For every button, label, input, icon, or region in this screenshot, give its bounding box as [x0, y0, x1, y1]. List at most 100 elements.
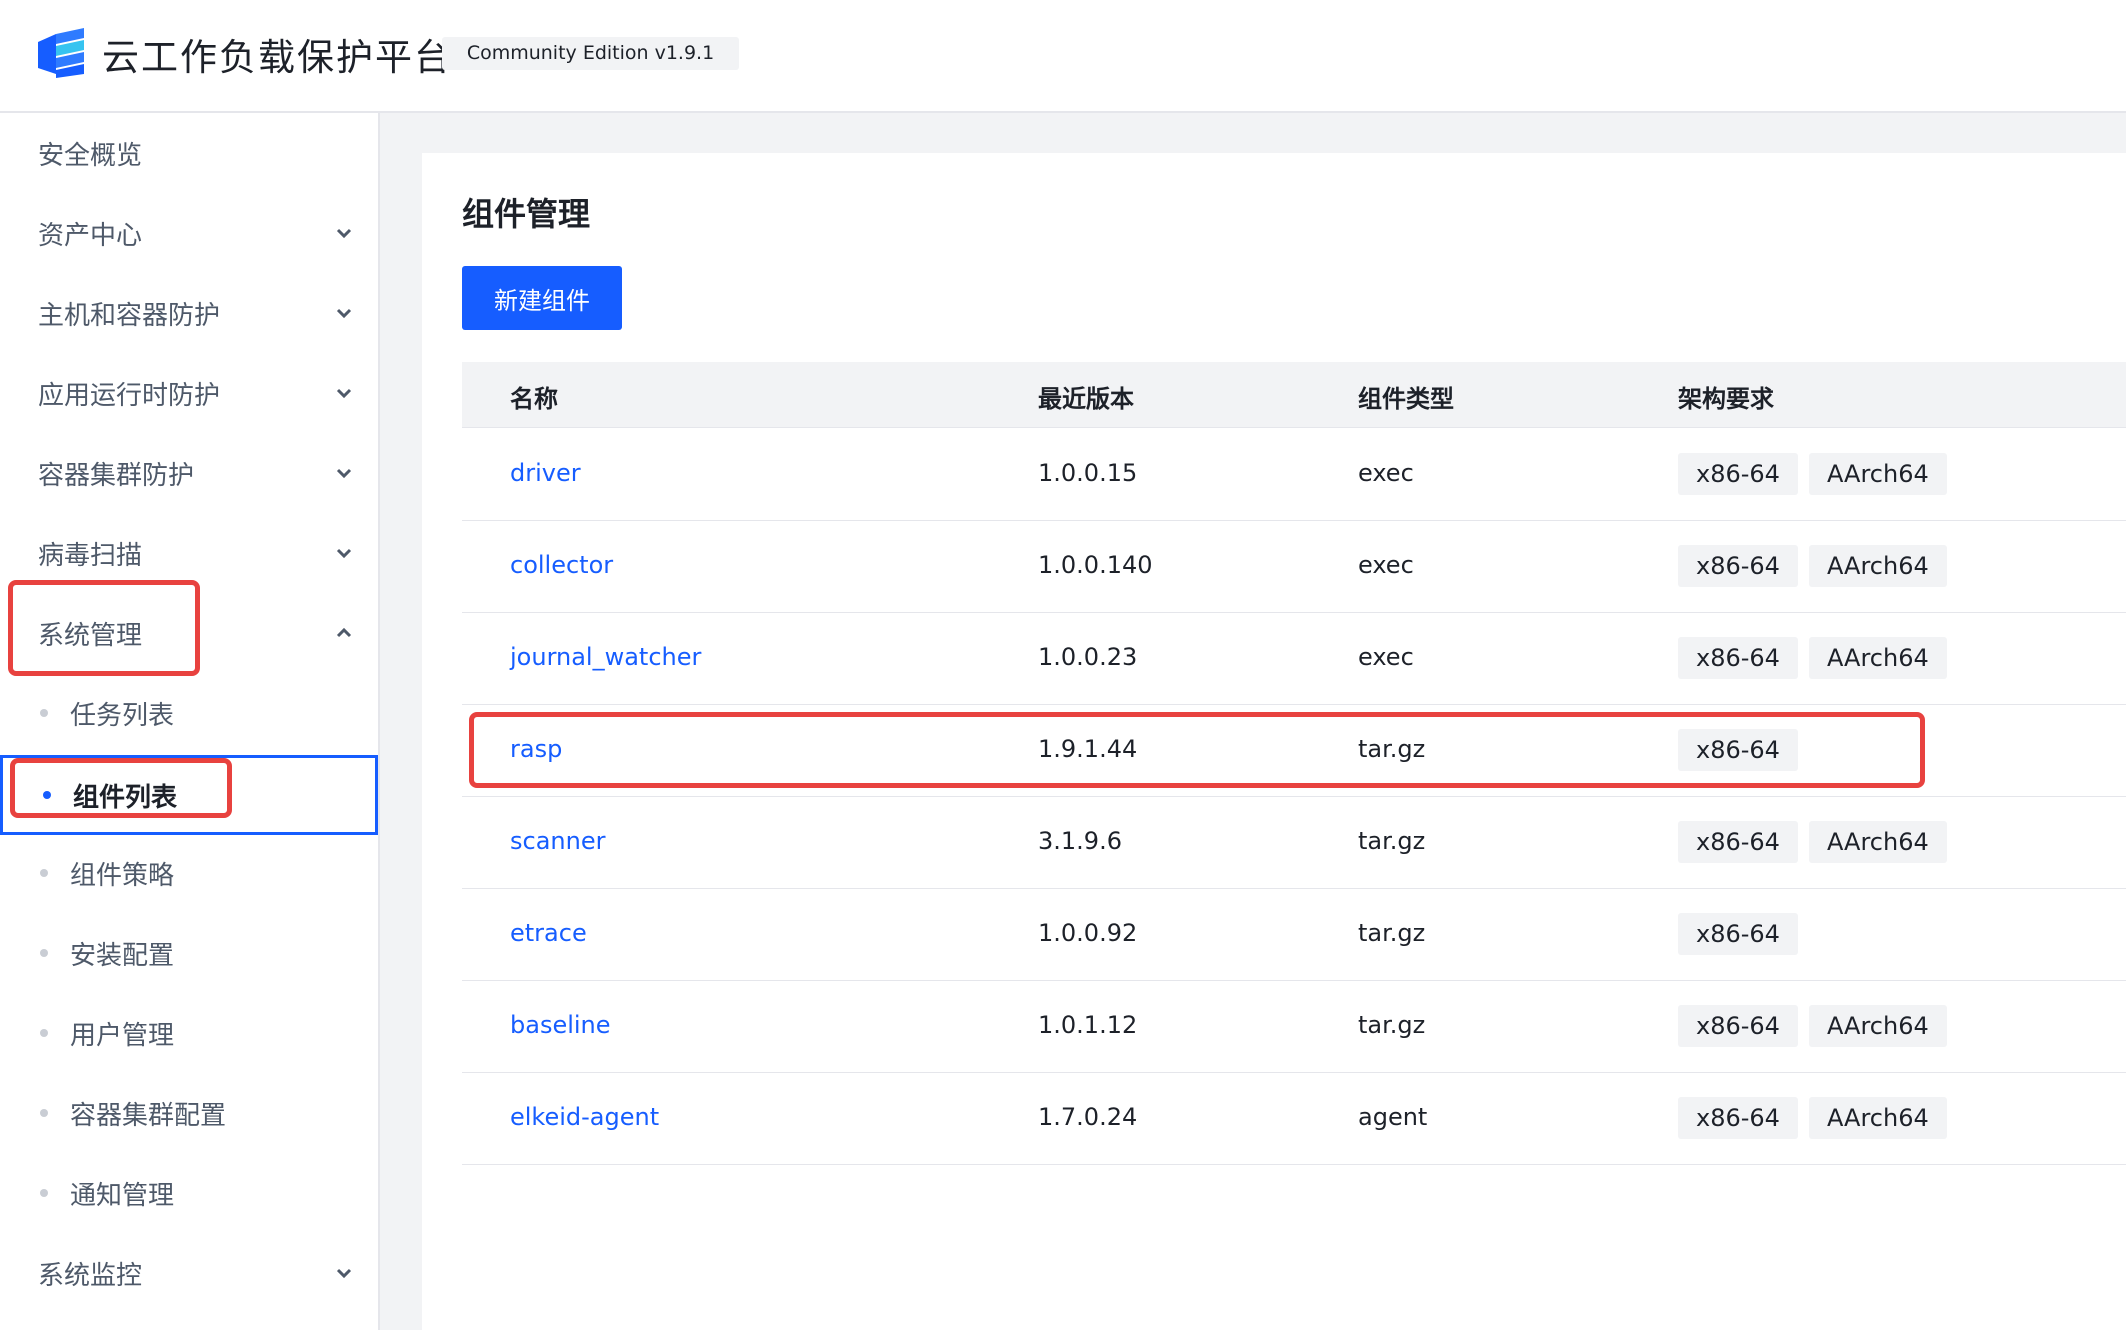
arch-tags: x86-64 AArch64	[1678, 453, 1947, 495]
component-type: exec	[1358, 459, 1414, 487]
sidebar-item-asset-center[interactable]: 资产中心	[0, 193, 378, 273]
arch-tags: x86-64 AArch64	[1678, 1097, 1947, 1139]
table-row: rasp 1.9.1.44 tar.gz x86-64	[462, 705, 2126, 797]
sidebar-item-label: 系统管理	[38, 620, 143, 651]
sidebar: 安全概览 资产中心 主机和容器防护 应用运行时防护 容器集群防护 病毒扫描 系统…	[0, 113, 380, 1330]
component-name-link[interactable]: journal_watcher	[510, 643, 701, 671]
component-name-link[interactable]: driver	[510, 459, 581, 487]
arch-tag: x86-64	[1678, 1097, 1798, 1139]
sidebar-subitem-label: 用户管理	[70, 1020, 175, 1051]
arch-tag: AArch64	[1808, 545, 1947, 587]
sidebar-item-label: 资产中心	[38, 220, 143, 251]
app-title: 云工作负载保护平台	[102, 36, 453, 79]
arch-tag: x86-64	[1678, 913, 1798, 955]
sidebar-subitem-label: 通知管理	[70, 1180, 175, 1211]
bullet-dot-icon	[40, 869, 48, 877]
component-version: 1.0.0.92	[1038, 919, 1138, 947]
sidebar-subitem-user-management[interactable]: 用户管理	[0, 993, 378, 1073]
component-type: exec	[1358, 551, 1414, 579]
sidebar-item-cluster-protection[interactable]: 容器集群防护	[0, 433, 378, 513]
sidebar-item-label: 主机和容器防护	[38, 300, 221, 331]
component-name-link[interactable]: rasp	[510, 735, 562, 763]
component-name-link[interactable]: elkeid-agent	[510, 1103, 659, 1131]
bullet-dot-icon	[40, 1189, 48, 1197]
column-header-name: 名称	[510, 385, 558, 413]
component-type: tar.gz	[1358, 827, 1426, 855]
chevron-down-icon	[336, 1268, 352, 1279]
component-type: tar.gz	[1358, 1011, 1426, 1039]
component-version: 1.0.0.15	[1038, 459, 1138, 487]
table-row: elkeid-agent 1.7.0.24 agent x86-64 AArch…	[462, 1073, 2126, 1165]
arch-tags: x86-64	[1678, 913, 1798, 955]
component-type: tar.gz	[1358, 919, 1426, 947]
arch-tag: x86-64	[1678, 821, 1798, 863]
component-type: agent	[1358, 1103, 1428, 1131]
chevron-down-icon	[336, 308, 352, 319]
table-row: collector 1.0.0.140 exec x86-64 AArch64	[462, 521, 2126, 613]
table-row: etrace 1.0.0.92 tar.gz x86-64	[462, 889, 2126, 981]
table-row: scanner 3.1.9.6 tar.gz x86-64 AArch64	[462, 797, 2126, 889]
sidebar-item-system-management[interactable]: 系统管理	[0, 593, 378, 673]
sidebar-subitem-task-list[interactable]: 任务列表	[0, 673, 378, 753]
sidebar-subitem-label: 容器集群配置	[70, 1100, 227, 1131]
component-name-link[interactable]: collector	[510, 551, 613, 579]
component-version: 3.1.9.6	[1038, 827, 1122, 855]
chevron-down-icon	[336, 468, 352, 479]
sidebar-item-virus-scan[interactable]: 病毒扫描	[0, 513, 378, 593]
sidebar-item-system-monitor[interactable]: 系统监控	[0, 1233, 378, 1313]
edition-badge: Community Edition v1.9.1	[442, 37, 739, 70]
table-row: baseline 1.0.1.12 tar.gz x86-64 AArch64	[462, 981, 2126, 1073]
sidebar-subitem-notification-management[interactable]: 通知管理	[0, 1153, 378, 1233]
sidebar-item-label: 病毒扫描	[38, 540, 143, 571]
arch-tag: x86-64	[1678, 637, 1798, 679]
sidebar-subitem-cluster-config[interactable]: 容器集群配置	[0, 1073, 378, 1153]
top-header: 云工作负载保护平台 Community Edition v1.9.1	[0, 0, 2126, 113]
component-version: 1.9.1.44	[1038, 735, 1138, 763]
arch-tags: x86-64 AArch64	[1678, 545, 1947, 587]
component-name-link[interactable]: scanner	[510, 827, 605, 855]
column-header-version: 最近版本	[1038, 385, 1134, 413]
arch-tag: x86-64	[1678, 729, 1798, 771]
arch-tag: AArch64	[1808, 1097, 1947, 1139]
chevron-down-icon	[336, 228, 352, 239]
arch-tags: x86-64	[1678, 729, 1798, 771]
component-name-link[interactable]: baseline	[510, 1011, 611, 1039]
component-version: 1.0.1.12	[1038, 1011, 1138, 1039]
bullet-dot-icon	[43, 791, 51, 799]
arch-tags: x86-64 AArch64	[1678, 821, 1947, 863]
sidebar-subitem-label: 安装配置	[70, 940, 175, 971]
arch-tag: x86-64	[1678, 1005, 1798, 1047]
component-version: 1.7.0.24	[1038, 1103, 1138, 1131]
chevron-down-icon	[336, 388, 352, 399]
component-name-link[interactable]: etrace	[510, 919, 587, 947]
stacked-layers-logo-icon[interactable]	[38, 28, 86, 78]
component-version: 1.0.0.23	[1038, 643, 1138, 671]
sidebar-subitem-install-config[interactable]: 安装配置	[0, 913, 378, 993]
sidebar-item-security-overview[interactable]: 安全概览	[0, 113, 378, 193]
arch-tag: AArch64	[1808, 821, 1947, 863]
sidebar-item-runtime-protection[interactable]: 应用运行时防护	[0, 353, 378, 433]
arch-tag: AArch64	[1808, 637, 1947, 679]
sidebar-subitem-component-policy[interactable]: 组件策略	[0, 833, 378, 913]
component-type: exec	[1358, 643, 1414, 671]
component-type: tar.gz	[1358, 735, 1426, 763]
arch-tag: x86-64	[1678, 453, 1798, 495]
sidebar-item-label: 系统监控	[38, 1260, 143, 1291]
arch-tag: AArch64	[1808, 1005, 1947, 1047]
arch-tags: x86-64 AArch64	[1678, 1005, 1947, 1047]
table-header: 名称 最近版本 组件类型 架构要求	[462, 362, 2126, 428]
sidebar-subitem-label: 组件策略	[70, 860, 175, 891]
chevron-up-icon	[336, 627, 352, 638]
sidebar-subitem-label: 任务列表	[70, 700, 175, 731]
sidebar-item-label: 安全概览	[38, 140, 143, 171]
bullet-dot-icon	[40, 949, 48, 957]
sidebar-subitem-label: 组件列表	[73, 782, 178, 813]
sidebar-subitem-component-list[interactable]: 组件列表	[0, 755, 378, 835]
column-header-arch: 架构要求	[1678, 385, 1774, 413]
sidebar-item-label: 应用运行时防护	[38, 380, 221, 411]
arch-tags: x86-64 AArch64	[1678, 637, 1947, 679]
chevron-down-icon	[336, 548, 352, 559]
sidebar-item-host-container-protection[interactable]: 主机和容器防护	[0, 273, 378, 353]
new-component-button[interactable]: 新建组件	[462, 266, 622, 330]
page-title: 组件管理	[462, 195, 591, 233]
